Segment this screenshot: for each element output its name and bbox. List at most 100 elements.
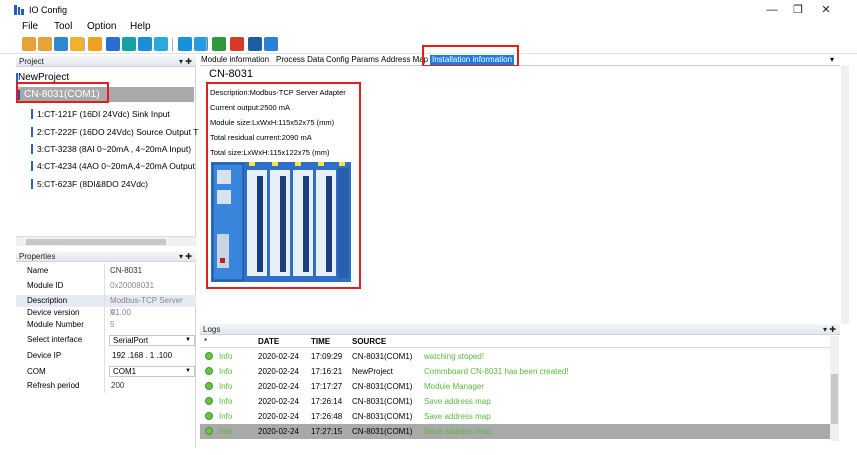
log-time: 17:27:15	[311, 427, 343, 436]
prop-row-device-version: Device version V1.00	[16, 307, 196, 319]
module-icon	[31, 127, 33, 137]
module-icon	[31, 161, 33, 171]
window-icon[interactable]	[264, 37, 278, 51]
tree-item-module-5[interactable]: 5:CT-623F (8DI&8DO 24Vdc)	[37, 179, 148, 189]
delete-icon[interactable]	[230, 37, 244, 51]
interface-select[interactable]: SerialPort ▼	[109, 335, 195, 346]
logs-scrollbar[interactable]	[830, 336, 839, 441]
com-select[interactable]: COM1 ▼	[109, 366, 195, 377]
info-icon	[205, 427, 213, 435]
prop-row-description: Description Modbus-TCP Server A...	[16, 295, 196, 317]
info-icon	[205, 382, 213, 390]
log-date: 2020-02-24	[258, 367, 299, 376]
menu-help[interactable]: Help	[130, 21, 151, 32]
log-time: 17:16:21	[311, 367, 343, 376]
logs-header-row: * DATE TIME SOURCE	[200, 336, 830, 348]
log-message: Save address map	[424, 427, 491, 436]
device-image	[211, 162, 351, 282]
log-time: 17:26:14	[311, 397, 343, 406]
prop-row-refresh-period: Refresh period 200	[16, 380, 196, 392]
prop-key: Name	[27, 266, 49, 275]
toolbar-separator	[206, 38, 207, 51]
log-row[interactable]: Info 2020-02-24 17:16:21 NewProject Comm…	[200, 364, 830, 379]
log-level: Info	[219, 352, 233, 361]
download-icon[interactable]	[154, 37, 168, 51]
log-row[interactable]: Info 2020-02-24 17:09:29 CN-8031(COM1) w…	[200, 349, 830, 364]
log-level: Info	[219, 427, 233, 436]
connect-icon[interactable]	[70, 37, 84, 51]
log-time: 17:17:27	[311, 382, 343, 391]
prop-row-module-id: Module ID 0x20008031	[16, 280, 196, 292]
info-icon	[205, 397, 213, 405]
project-panel-header: Project ▾ ✚	[16, 56, 196, 67]
grid-icon[interactable]	[178, 37, 192, 51]
log-source: NewProject	[352, 367, 393, 376]
tab-process-data[interactable]: Process Data	[276, 55, 324, 64]
log-date: 2020-02-24	[258, 352, 299, 361]
total-size-text: Total size:LxWxH:115x122x75 (mm)	[210, 148, 330, 157]
prop-value[interactable]: CN-8031	[110, 265, 142, 277]
module-icon	[31, 179, 33, 189]
log-date: 2020-02-24	[258, 382, 299, 391]
settings-icon[interactable]	[88, 37, 102, 51]
app-icon	[14, 5, 24, 15]
prop-value: 5	[110, 320, 115, 329]
scroll-thumb[interactable]	[26, 239, 166, 245]
prop-key: COM	[27, 367, 46, 376]
minimize-button[interactable]: —	[758, 2, 786, 18]
tab-config-params[interactable]: Config Params	[326, 55, 379, 64]
interface-select-value: SerialPort	[113, 336, 149, 345]
log-row[interactable]: Info 2020-02-24 17:17:27 CN-8031(COM1) M…	[200, 379, 830, 394]
log-row[interactable]: Info 2020-02-24 17:26:14 CN-8031(COM1) S…	[200, 394, 830, 409]
col-source[interactable]: SOURCE	[352, 336, 386, 348]
prop-value: V1.00	[110, 308, 131, 317]
tab-module-information[interactable]: Module information	[201, 55, 269, 64]
col-time[interactable]: TIME	[311, 336, 330, 348]
prop-key: Device IP	[27, 351, 62, 360]
maximize-button[interactable]: ❐	[784, 2, 812, 18]
tab-highlight-box	[422, 45, 519, 67]
scroll-thumb[interactable]	[831, 374, 838, 424]
log-source: CN-8031(COM1)	[352, 397, 413, 406]
device-ip-field[interactable]: 192 .168 . 1 .100	[109, 351, 195, 362]
pin-icon[interactable]: ▾ ✚	[823, 324, 836, 335]
export-icon[interactable]	[212, 37, 226, 51]
current-output-text: Current output:2500 mA	[210, 103, 291, 112]
project-hscrollbar[interactable]	[16, 236, 196, 246]
prop-value[interactable]: 200	[111, 380, 124, 392]
refresh-icon[interactable]	[122, 37, 136, 51]
log-row[interactable]: Info 2020-02-24 17:26:48 CN-8031(COM1) S…	[200, 409, 830, 424]
tree-item-module-4[interactable]: 4:CT-4234 (4AO 0~20mA,4~20mA Output	[37, 161, 195, 171]
write-icon[interactable]	[248, 37, 262, 51]
prop-row-name: Name CN-8031	[16, 265, 196, 277]
menu-option[interactable]: Option	[87, 21, 116, 32]
folder-icon[interactable]	[38, 37, 52, 51]
tree-item-module-2[interactable]: 2:CT-222F (16DO 24Vdc) Source Output T	[37, 127, 198, 137]
info-icon	[205, 412, 213, 420]
tab-menu-icon[interactable]: ▾	[830, 55, 834, 64]
menu-file[interactable]: File	[22, 21, 38, 32]
content-scrollbar[interactable]	[841, 66, 849, 324]
col-date[interactable]: DATE	[258, 336, 279, 348]
close-button[interactable]: ✕	[812, 2, 840, 18]
save-icon[interactable]	[54, 37, 68, 51]
pin-icon[interactable]: ▾ ✚	[179, 251, 192, 262]
log-message: Module Manager	[424, 382, 485, 391]
log-row-selected[interactable]: Info 2020-02-24 17:27:15 CN-8031(COM1) S…	[200, 424, 830, 439]
pin-icon[interactable]: ▾ ✚	[179, 56, 192, 67]
col-level[interactable]: *	[204, 336, 207, 348]
logs-panel-title: Logs	[203, 325, 221, 334]
search-icon[interactable]	[106, 37, 120, 51]
module-heading: CN-8031	[209, 68, 254, 80]
log-message: Save address map	[424, 412, 491, 421]
log-source: CN-8031(COM1)	[352, 412, 413, 421]
window-title: IO Config	[29, 5, 68, 15]
project-panel-title: Project	[19, 57, 44, 66]
tree-item-module-3[interactable]: 3:CT-3238 (8AI 0~20mA , 4~20mA Input)	[37, 144, 191, 154]
folder-open-icon[interactable]	[22, 37, 36, 51]
logs-panel-header: Logs ▾ ✚	[200, 324, 840, 335]
stop-icon[interactable]	[138, 37, 152, 51]
info-icon	[205, 367, 213, 375]
menu-tool[interactable]: Tool	[54, 21, 72, 32]
tree-item-module-1[interactable]: 1:CT-121F (16DI 24Vdc) Sink Input	[37, 109, 170, 119]
